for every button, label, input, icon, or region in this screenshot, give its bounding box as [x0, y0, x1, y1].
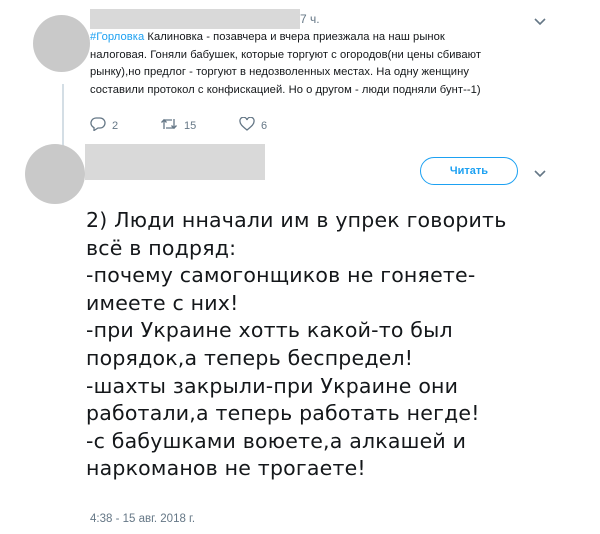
redacted-username [85, 144, 265, 180]
tweet-text-line: налоговая. Гоняли бабушек, которые торгу… [90, 48, 482, 61]
reply-button[interactable]: 2 [90, 117, 118, 134]
tweet-text-line: составили протокол с конфискацией. Но о … [90, 83, 481, 96]
tweet-text-line: рынку),но предлог - торгуют в недозволен… [90, 66, 469, 79]
like-button[interactable]: 6 [239, 116, 268, 134]
follow-button[interactable]: Читать [420, 157, 518, 185]
thread-line [62, 84, 64, 148]
tweet-text-line: Калиновка - позавчера и вчера приезжала … [144, 31, 445, 43]
tweet-text: #Горловка Калиновка - позавчера и вчера … [90, 29, 560, 99]
chevron-down-icon[interactable] [534, 14, 546, 28]
avatar[interactable] [33, 15, 90, 72]
tweet-timestamp[interactable]: 4:38 - 15 авг. 2018 г. [90, 513, 195, 525]
chevron-down-icon[interactable] [534, 166, 546, 180]
reply-count: 2 [112, 119, 119, 132]
redacted-username [90, 9, 300, 29]
retweet-icon [160, 117, 178, 134]
retweet-count: 15 [184, 119, 197, 132]
tweet-time[interactable]: 7 ч. [300, 12, 320, 26]
heart-icon [239, 116, 255, 134]
retweet-button[interactable]: 15 [160, 117, 196, 134]
reply-icon [90, 117, 106, 134]
avatar[interactable] [25, 144, 85, 204]
like-count: 6 [261, 119, 268, 132]
tweet-text: 2) Люди нначали им в упрек говорить всё … [86, 208, 507, 481]
hashtag-link[interactable]: #Горловка [90, 31, 144, 43]
